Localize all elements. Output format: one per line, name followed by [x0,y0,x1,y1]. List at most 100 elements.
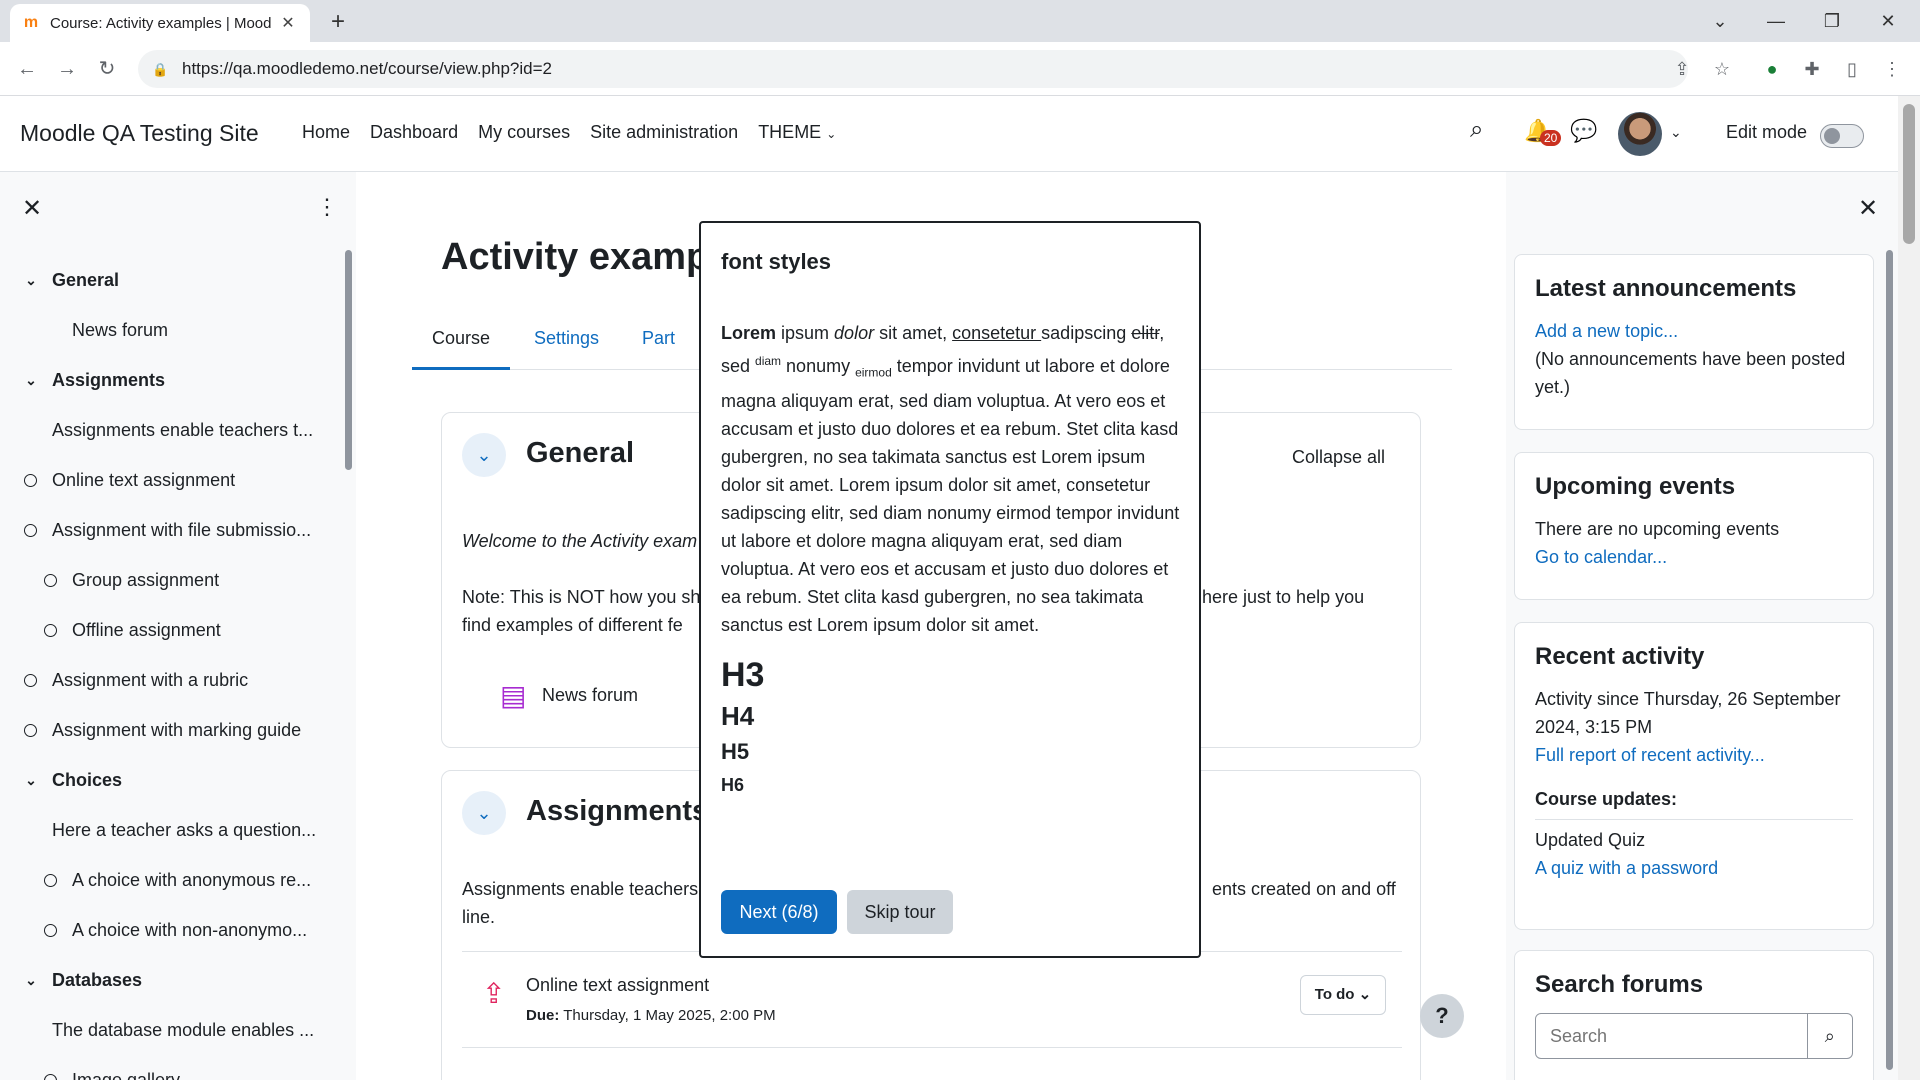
add-topic-link[interactable]: Add a new topic... [1535,317,1853,345]
nav-home[interactable]: Home [302,122,350,143]
text-run: sadipscing [1041,323,1132,343]
tab-close-icon[interactable]: ✕ [278,13,298,33]
close-drawer-icon[interactable]: ✕ [1858,194,1878,223]
completion-circle-icon [44,923,57,937]
tab-course[interactable]: Course [412,322,511,370]
full-report-link[interactable]: Full report of recent activity... [1535,741,1853,769]
edit-mode-toggle[interactable] [1820,124,1864,148]
drawer-scrollbar[interactable] [1886,250,1893,1070]
index-item-online-text[interactable]: Online text assignment [24,465,235,495]
block-drawer: ✕ Latest announcements Add a new topic..… [1506,172,1898,1080]
search-submit-icon[interactable]: ⌕ [1807,1013,1853,1059]
news-forum-link[interactable]: News forum [542,681,638,709]
completion-circle-icon [24,673,37,687]
index-item-choices-intro[interactable]: Here a teacher asks a question... [52,815,316,845]
tour-next-button[interactable]: Next (6/8) [721,890,837,934]
index-item-marking-guide[interactable]: Assignment with marking guide [24,715,301,745]
go-to-calendar-link[interactable]: Go to calendar... [1535,543,1853,571]
skip-tour-button[interactable]: Skip tour [847,890,953,934]
index-item-image-gallery[interactable]: Image gallery [44,1065,180,1080]
minimize-button[interactable]: — [1748,0,1804,42]
browser-toolbar: ← → ↻ 🔒 https://qa.moodledemo.net/course… [0,42,1920,96]
tab-title: Course: Activity examples | Mood [50,14,272,32]
close-window-button[interactable]: ✕ [1860,0,1916,42]
index-item-assignments-intro[interactable]: Assignments enable teachers t... [52,415,313,445]
index-item-news-forum[interactable]: News forum [72,315,168,345]
share-icon[interactable]: ⇪ [1668,55,1696,83]
chevron-down-icon: ⌄ [25,971,37,988]
extensions-puzzle-icon[interactable]: ✚ [1798,55,1826,83]
index-item-rubric[interactable]: Assignment with a rubric [24,665,248,695]
completion-circle-icon [44,573,57,587]
index-section-choices[interactable]: ⌄ Choices [22,765,122,795]
collapse-section-icon[interactable]: ⌄ [462,791,506,835]
user-avatar[interactable] [1618,112,1662,156]
tab-participants[interactable]: Part [642,322,675,370]
index-item-choice-anonymous[interactable]: A choice with anonymous re... [44,865,311,895]
primary-navigation: Home Dashboard My courses Site administr… [302,122,836,143]
completion-circle-icon [24,723,37,737]
tab-settings[interactable]: Settings [534,322,599,370]
restore-button[interactable]: ❐ [1804,0,1860,42]
chevron-down-icon: ⌄ [1358,986,1372,1003]
collapse-section-icon[interactable]: ⌄ [462,433,506,477]
text-run: tempor invidunt ut labore et dolore magn… [721,356,1180,635]
index-section-databases[interactable]: ⌄ Databases [22,965,142,995]
index-section-assignments[interactable]: ⌄ Assignments [22,365,165,395]
upcoming-events-block: Upcoming events There are no upcoming ev… [1514,452,1874,600]
index-label: Assignments enable teachers t... [52,419,314,440]
index-item-file-submission[interactable]: Assignment with file submissio... [24,515,311,545]
tour-step-dialog: font styles Lorem ipsum dolor sit amet, … [699,221,1201,958]
side-panel-icon[interactable]: ▯ [1838,55,1866,83]
forum-icon: ▤ [500,680,527,711]
reload-icon[interactable]: ↻ [92,54,122,84]
nav-theme[interactable]: THEME ⌄ [758,122,836,143]
index-section-general[interactable]: ⌄ General [22,265,119,295]
block-title: Search forums [1535,971,1704,998]
block-title: Recent activity [1535,643,1705,670]
due-date: Due: Thursday, 1 May 2025, 2:00 PM [526,1007,776,1024]
note-text: Note: This is NOT how you sh [462,587,701,607]
index-item-database-intro[interactable]: The database module enables ... [52,1015,314,1045]
back-icon[interactable]: ← [12,54,42,84]
activity-since-text: Activity since Thursday, 26 September 20… [1535,689,1841,737]
forward-icon[interactable]: → [52,54,82,84]
site-brand[interactable]: Moodle QA Testing Site [20,120,259,147]
heading-h4: H4 [721,700,755,731]
online-text-assignment-link[interactable]: Online text assignment [526,971,709,999]
bookmark-star-icon[interactable]: ☆ [1708,55,1736,83]
user-menu-chevron-icon[interactable]: ⌄ [1670,124,1682,141]
search-icon[interactable]: ⌕ [1470,116,1483,144]
index-item-choice-non-anonymous[interactable]: A choice with non-anonymo... [44,915,307,945]
more-options-icon[interactable]: ⋮ [316,194,338,220]
page-scrollbar-thumb[interactable] [1903,104,1915,244]
close-drawer-icon[interactable]: ✕ [22,194,42,223]
chevron-down-icon: ⌄ [826,127,837,141]
nav-theme-label: THEME [758,122,822,142]
address-bar[interactable]: 🔒 https://qa.moodledemo.net/course/view.… [138,50,1688,88]
new-tab-button[interactable]: + [324,8,352,36]
moodle-favicon-icon: m [23,14,39,31]
tour-content: Lorem ipsum dolor sit amet, consetetur s… [721,319,1183,801]
page-scrollbar[interactable] [1898,96,1920,1080]
messages-icon[interactable]: 💬 [1570,118,1597,144]
todo-dropdown[interactable]: To do ⌄ [1300,975,1386,1015]
tab-search-icon[interactable]: ⌄ [1692,0,1748,42]
completion-circle-icon [44,623,57,637]
collapse-all-link[interactable]: Collapse all [1292,443,1385,471]
nav-my-courses[interactable]: My courses [478,122,570,143]
browser-tab[interactable]: m Course: Activity examples | Mood ✕ [10,4,310,42]
nav-dashboard[interactable]: Dashboard [370,122,458,143]
help-button[interactable]: ? [1420,994,1464,1038]
browser-menu-icon[interactable]: ⋮ [1878,55,1906,83]
quiz-link[interactable]: A quiz with a password [1535,854,1853,882]
index-label: Assignments [52,369,166,390]
drawer-scrollbar[interactable] [345,250,352,470]
index-label: Offline assignment [72,619,221,640]
section-assignments-title: Assignments [526,795,709,827]
nav-site-administration[interactable]: Site administration [590,122,738,143]
index-item-offline-assignment[interactable]: Offline assignment [44,615,221,645]
index-item-group-assignment[interactable]: Group assignment [44,565,219,595]
search-forums-input[interactable] [1535,1013,1808,1059]
extension-shield-icon[interactable]: ● [1758,55,1786,83]
